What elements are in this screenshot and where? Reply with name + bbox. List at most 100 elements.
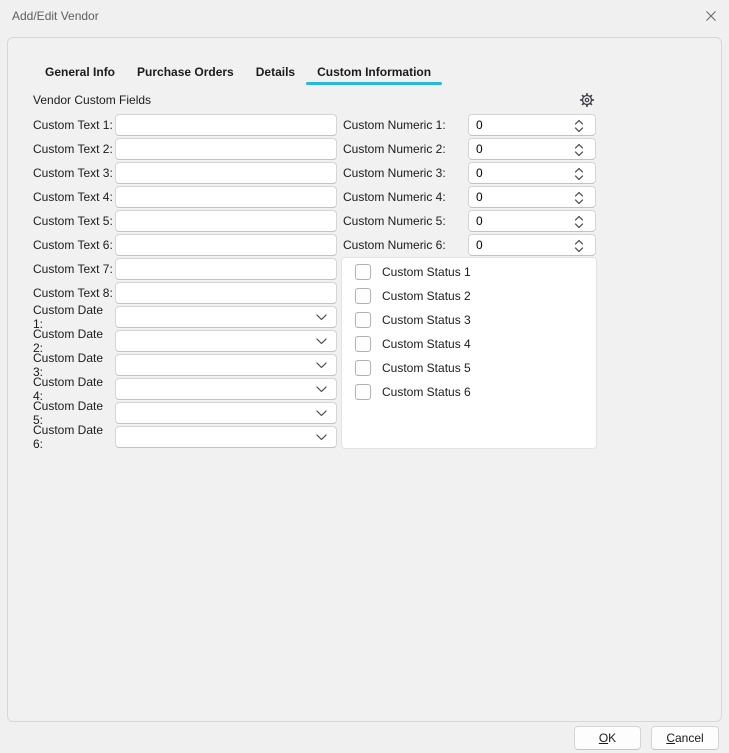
custom-date-1-select[interactable] <box>115 306 337 328</box>
custom-numeric-1-spinbox <box>468 114 596 136</box>
custom-status-6-checkbox[interactable] <box>355 384 371 400</box>
chevron-down-icon <box>316 338 327 345</box>
checkbox-row: Custom Status 3 <box>355 312 596 328</box>
form-row: Custom Date 4: <box>33 378 337 400</box>
form-row: Custom Date 5: <box>33 402 337 424</box>
custom-numeric-6-input[interactable] <box>469 236 559 254</box>
custom-numeric-2-input[interactable] <box>469 140 559 158</box>
custom-status-5-checkbox[interactable] <box>355 360 371 376</box>
field-label: Custom Numeric 5: <box>343 214 468 228</box>
checkbox-row: Custom Status 6 <box>355 384 596 400</box>
ok-button-label-rest: K <box>608 731 616 745</box>
chevron-down-icon <box>316 314 327 321</box>
custom-text-4-input[interactable] <box>115 186 337 208</box>
field-label: Custom Text 1: <box>33 118 115 132</box>
custom-status-panel: Custom Status 1 Custom Status 2 Custom S… <box>341 257 597 449</box>
form-row: Custom Numeric 2: <box>343 138 596 160</box>
spin-up-down-icon[interactable] <box>573 118 585 134</box>
custom-status-1-checkbox[interactable] <box>355 264 371 280</box>
checkbox-label: Custom Status 4 <box>382 337 471 351</box>
field-label: Custom Text 5: <box>33 214 115 228</box>
tab-details[interactable]: Details <box>245 62 306 83</box>
cancel-button-label: C <box>666 731 675 745</box>
form-row: Custom Text 8: <box>33 282 337 304</box>
custom-status-3-checkbox[interactable] <box>355 312 371 328</box>
form-row: Custom Text 4: <box>33 186 337 208</box>
tab-custom-information[interactable]: Custom Information <box>306 62 442 83</box>
form-row: Custom Date 6: <box>33 426 337 448</box>
field-label: Custom Text 3: <box>33 166 115 180</box>
chevron-down-icon <box>316 386 327 393</box>
checkbox-label: Custom Status 2 <box>382 289 471 303</box>
custom-date-3-select[interactable] <box>115 354 337 376</box>
field-label: Custom Numeric 4: <box>343 190 468 204</box>
field-label: Custom Text 7: <box>33 262 115 276</box>
right-form-column: Custom Numeric 1: Custom Numeric 2: Cust… <box>343 114 596 256</box>
checkbox-label: Custom Status 5 <box>382 361 471 375</box>
cancel-button[interactable]: Cancel <box>651 726 719 750</box>
field-label: Custom Text 4: <box>33 190 115 204</box>
cancel-button-label-rest: ancel <box>675 731 704 745</box>
field-label: Custom Text 8: <box>33 286 115 300</box>
custom-date-5-select[interactable] <box>115 402 337 424</box>
checkbox-row: Custom Status 5 <box>355 360 596 376</box>
field-label: Custom Date 6: <box>33 423 115 451</box>
close-button[interactable] <box>700 5 722 27</box>
custom-text-2-input[interactable] <box>115 138 337 160</box>
custom-text-3-input[interactable] <box>115 162 337 184</box>
form-row: Custom Text 7: <box>33 258 337 280</box>
custom-status-4-checkbox[interactable] <box>355 336 371 352</box>
field-label: Custom Numeric 2: <box>343 142 468 156</box>
custom-numeric-6-spinbox <box>468 234 596 256</box>
add-edit-vendor-dialog: Add/Edit Vendor General Info Purchase Or… <box>0 0 729 753</box>
form-row: Custom Numeric 5: <box>343 210 596 232</box>
form-row: Custom Date 3: <box>33 354 337 376</box>
form-row: Custom Numeric 4: <box>343 186 596 208</box>
form-row: Custom Date 1: <box>33 306 337 328</box>
spin-up-down-icon[interactable] <box>573 166 585 182</box>
tab-general-info[interactable]: General Info <box>34 62 126 83</box>
field-label: Custom Numeric 1: <box>343 118 468 132</box>
spin-up-down-icon[interactable] <box>573 214 585 230</box>
custom-text-8-input[interactable] <box>115 282 337 304</box>
custom-text-7-input[interactable] <box>115 258 337 280</box>
custom-numeric-5-input[interactable] <box>469 212 559 230</box>
custom-numeric-4-input[interactable] <box>469 188 559 206</box>
left-form-column: Custom Text 1: Custom Text 2: Custom Tex… <box>33 114 337 448</box>
spin-up-down-icon[interactable] <box>573 238 585 254</box>
form-row: Custom Numeric 6: <box>343 234 596 256</box>
form-row: Custom Text 5: <box>33 210 337 232</box>
form-row: Custom Text 1: <box>33 114 337 136</box>
custom-text-1-input[interactable] <box>115 114 337 136</box>
custom-numeric-4-spinbox <box>468 186 596 208</box>
custom-text-5-input[interactable] <box>115 210 337 232</box>
custom-text-6-input[interactable] <box>115 234 337 256</box>
custom-numeric-5-spinbox <box>468 210 596 232</box>
custom-date-2-select[interactable] <box>115 330 337 352</box>
close-icon <box>705 10 717 22</box>
form-row: Custom Text 2: <box>33 138 337 160</box>
custom-numeric-3-input[interactable] <box>469 164 559 182</box>
spin-up-down-icon[interactable] <box>573 142 585 158</box>
content-panel: General Info Purchase Orders Details Cus… <box>7 37 722 722</box>
spin-up-down-icon[interactable] <box>573 190 585 206</box>
form-row: Custom Numeric 1: <box>343 114 596 136</box>
window-title: Add/Edit Vendor <box>12 9 99 23</box>
custom-status-2-checkbox[interactable] <box>355 288 371 304</box>
ok-button[interactable]: OK <box>574 726 641 750</box>
custom-numeric-2-spinbox <box>468 138 596 160</box>
custom-numeric-1-input[interactable] <box>469 116 559 134</box>
form-row: Custom Numeric 3: <box>343 162 596 184</box>
form-row: Custom Text 6: <box>33 234 337 256</box>
settings-gear-button[interactable] <box>578 91 596 109</box>
tab-bar: General Info Purchase Orders Details Cus… <box>34 62 442 83</box>
custom-date-6-select[interactable] <box>115 426 337 448</box>
tab-purchase-orders[interactable]: Purchase Orders <box>126 62 245 83</box>
field-label: Custom Text 2: <box>33 142 115 156</box>
chevron-down-icon <box>316 410 327 417</box>
checkbox-row: Custom Status 1 <box>355 264 596 280</box>
checkbox-label: Custom Status 3 <box>382 313 471 327</box>
custom-date-4-select[interactable] <box>115 378 337 400</box>
form-row: Custom Date 2: <box>33 330 337 352</box>
field-label: Custom Numeric 3: <box>343 166 468 180</box>
